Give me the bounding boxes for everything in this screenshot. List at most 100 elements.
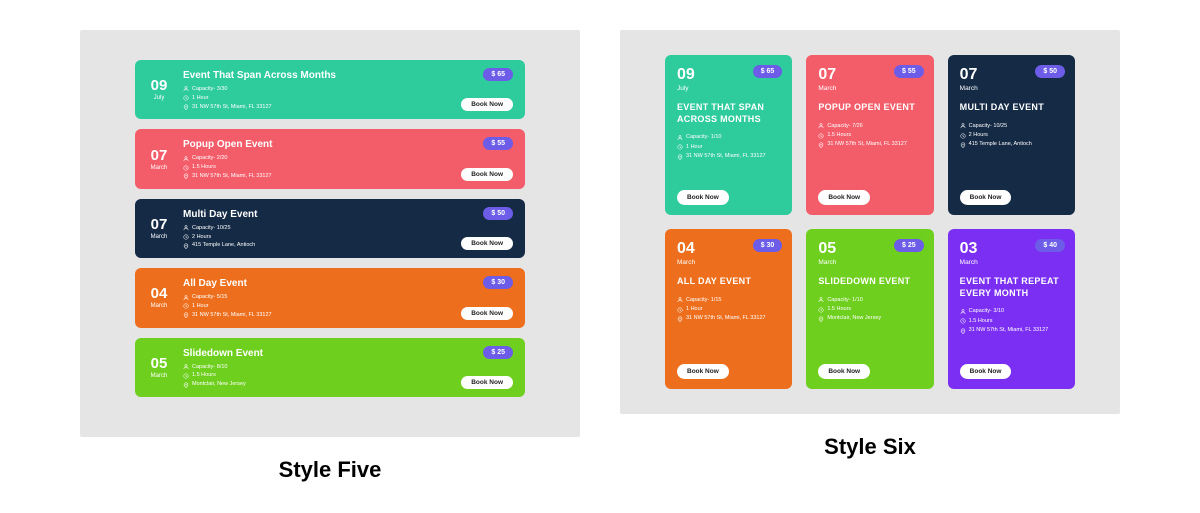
- style-five-caption: Style Five: [279, 457, 382, 483]
- book-now-button[interactable]: Book Now: [960, 364, 1012, 379]
- event-capacity: Capacity- 7/26: [827, 122, 862, 131]
- event-duration: 1 Hour: [192, 302, 209, 311]
- event-location: 31 NW 57th St, Miami, FL 33127: [192, 103, 272, 112]
- event-date: 05 March: [135, 338, 183, 397]
- event-title: All Day Event: [183, 278, 525, 289]
- event-row[interactable]: 09JulyEvent That Span Across MonthsCapac…: [135, 60, 525, 119]
- event-month: March: [818, 85, 921, 92]
- book-now-button[interactable]: Book Now: [818, 364, 870, 379]
- location-icon: [960, 328, 966, 334]
- price-badge: $ 55: [894, 65, 924, 78]
- price-badge: $ 40: [1035, 239, 1065, 252]
- capacity-icon: [183, 295, 189, 301]
- location-icon: [818, 142, 824, 148]
- event-day: 05: [151, 356, 168, 371]
- book-now-button[interactable]: Book Now: [461, 376, 513, 389]
- price-badge: $ 50: [483, 207, 513, 220]
- event-duration: 1 Hour: [192, 94, 209, 103]
- location-icon: [183, 173, 189, 179]
- event-title: Event That Span Across Months: [183, 70, 525, 81]
- event-location: Montclair, New Jersey: [192, 380, 246, 389]
- event-capacity: Capacity- 10/25: [192, 224, 231, 233]
- capacity-icon: [960, 123, 966, 129]
- capacity-icon: [960, 309, 966, 315]
- event-month: March: [151, 234, 168, 240]
- event-date: 07 March: [135, 129, 183, 188]
- book-now-button[interactable]: Book Now: [818, 190, 870, 205]
- clock-icon: [183, 234, 189, 240]
- location-icon: [677, 316, 683, 322]
- book-now-button[interactable]: Book Now: [461, 168, 513, 181]
- clock-icon: [183, 165, 189, 171]
- event-row[interactable]: 07MarchMulti Day EventCapacity- 10/252 H…: [135, 199, 525, 258]
- price-badge: $ 55: [483, 137, 513, 150]
- clock-icon: [818, 307, 824, 313]
- event-card[interactable]: 04March$ 30ALL DAY EVENTCapacity- 1/151 …: [665, 229, 792, 389]
- event-card[interactable]: 07March$ 50MULTI DAY EVENTCapacity- 10/2…: [948, 55, 1075, 215]
- clock-icon: [183, 373, 189, 379]
- clock-icon: [960, 133, 966, 139]
- event-row[interactable]: 04MarchAll Day EventCapacity- 5/151 Hour…: [135, 268, 525, 327]
- event-title: Popup Open Event: [183, 139, 525, 150]
- book-now-button[interactable]: Book Now: [461, 98, 513, 111]
- event-title: Slidedown Event: [183, 348, 525, 359]
- capacity-icon: [677, 297, 683, 303]
- event-location: 31 NW 57th St, Miami, FL 33127: [686, 152, 766, 161]
- location-icon: [183, 104, 189, 110]
- capacity-icon: [183, 156, 189, 162]
- event-month: July: [677, 85, 780, 92]
- style-five-panel: 09JulyEvent That Span Across Months Capac…: [80, 30, 580, 437]
- event-day: 07: [151, 148, 168, 163]
- event-capacity: Capacity- 10/25: [969, 122, 1008, 131]
- event-duration: 1.5 Hours: [827, 305, 851, 314]
- book-now-button[interactable]: Book Now: [677, 190, 729, 205]
- event-row[interactable]: 05MarchSlidedown EventCapacity- 8/101.5 …: [135, 338, 525, 397]
- event-month: March: [677, 259, 780, 266]
- event-day: 04: [151, 286, 168, 301]
- event-row[interactable]: 07MarchPopup Open EventCapacity- 2/201.5…: [135, 129, 525, 188]
- event-month: March: [960, 85, 1063, 92]
- event-location: 31 NW 57th St, Miami, FL 33127: [827, 140, 907, 149]
- event-duration: 2 Hours: [969, 131, 988, 140]
- book-now-button[interactable]: Book Now: [461, 307, 513, 320]
- event-location: 31 NW 57th St, Miami, FL 33127: [192, 172, 272, 181]
- event-title: POPUP OPEN EVENT: [818, 102, 921, 114]
- capacity-icon: [183, 225, 189, 231]
- price-badge: $ 30: [753, 239, 783, 252]
- event-card[interactable]: 07March$ 55POPUP OPEN EVENTCapacity- 7/2…: [806, 55, 933, 215]
- event-location: 31 NW 57th St, Miami, FL 33127: [686, 314, 766, 323]
- event-month: March: [151, 303, 168, 309]
- event-duration: 1.5 Hours: [827, 131, 851, 140]
- capacity-icon: [183, 86, 189, 92]
- book-now-button[interactable]: Book Now: [461, 237, 513, 250]
- event-month: March: [151, 165, 168, 171]
- location-icon: [818, 316, 824, 322]
- event-title: EVENT THAT REPEAT EVERY MONTH: [960, 276, 1063, 299]
- event-title: EVENT THAT SPAN ACROSS MONTHS: [677, 102, 780, 125]
- price-badge: $ 65: [483, 68, 513, 81]
- event-capacity: Capacity- 2/20: [192, 154, 227, 163]
- event-title: SLIDEDOWN EVENT: [818, 276, 921, 288]
- event-location: 31 NW 57th St, Miami, FL 33127: [969, 326, 1049, 335]
- clock-icon: [183, 303, 189, 309]
- capacity-icon: [677, 135, 683, 141]
- event-date: 04 March: [135, 268, 183, 327]
- event-card[interactable]: 03March$ 40EVENT THAT REPEAT EVERY MONTH…: [948, 229, 1075, 389]
- event-capacity: Capacity- 1/10: [827, 296, 862, 305]
- location-icon: [183, 312, 189, 318]
- book-now-button[interactable]: Book Now: [677, 364, 729, 379]
- clock-icon: [677, 144, 683, 150]
- event-month: March: [151, 373, 168, 379]
- event-card[interactable]: 09July$ 65EVENT THAT SPAN ACROSS MONTHSC…: [665, 55, 792, 215]
- event-date: 09July: [135, 60, 183, 119]
- capacity-icon: [818, 297, 824, 303]
- event-date: 07 March: [135, 199, 183, 258]
- event-day: 07: [151, 217, 168, 232]
- event-day: 09: [151, 78, 168, 93]
- event-capacity: Capacity- 3/10: [969, 307, 1004, 316]
- book-now-button[interactable]: Book Now: [960, 190, 1012, 205]
- event-duration: 1.5 Hours: [192, 371, 216, 380]
- event-capacity: Capacity- 1/10: [686, 133, 721, 142]
- event-duration: 2 Hours: [192, 233, 211, 242]
- event-card[interactable]: 05March$ 25SLIDEDOWN EVENTCapacity- 1/10…: [806, 229, 933, 389]
